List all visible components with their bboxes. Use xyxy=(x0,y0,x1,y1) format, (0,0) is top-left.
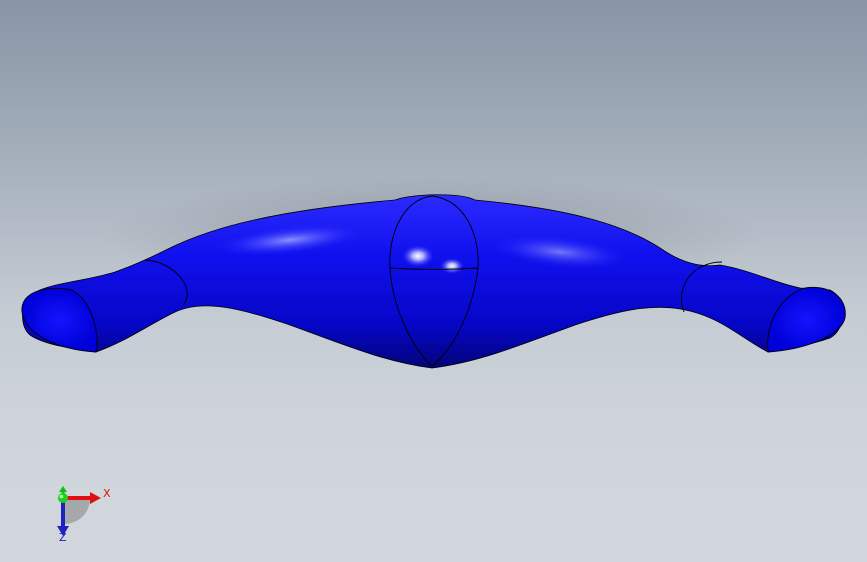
z-axis-label: Z xyxy=(59,531,67,544)
axis-triad: X Z xyxy=(44,480,124,550)
x-axis-label: X xyxy=(103,487,111,500)
graphics-viewport[interactable]: X Z xyxy=(0,0,867,562)
3d-model-view[interactable] xyxy=(0,0,867,562)
triad-graphic xyxy=(57,486,101,536)
